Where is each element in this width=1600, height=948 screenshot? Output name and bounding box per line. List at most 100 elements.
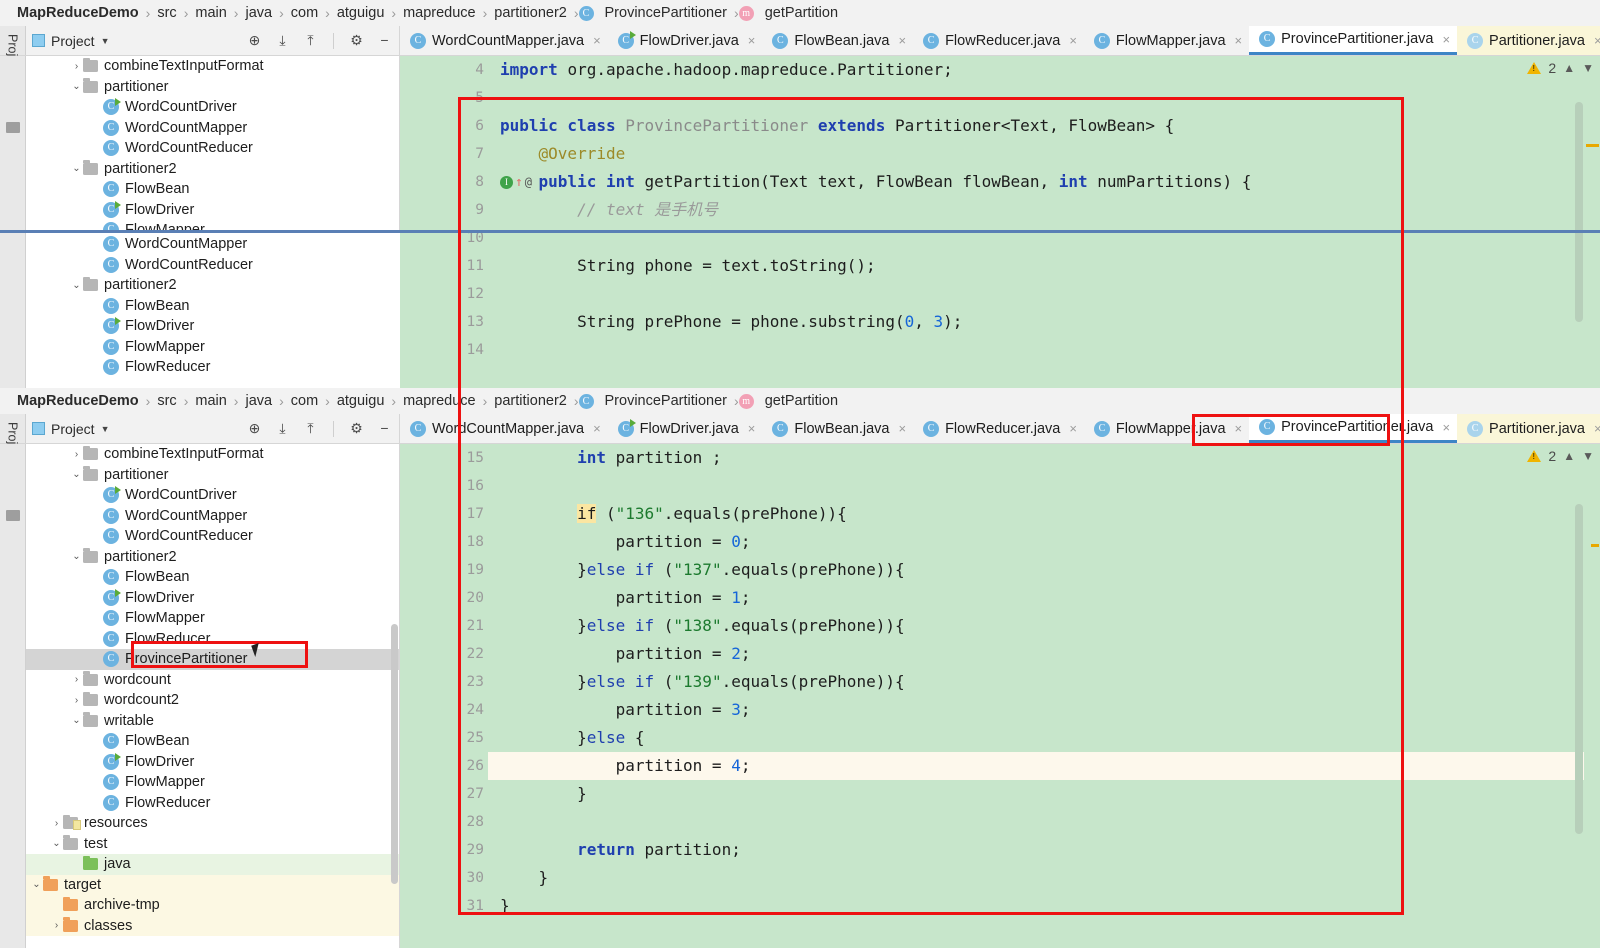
breadcrumb-item[interactable]: atguigu (330, 393, 392, 409)
chevron-right-icon[interactable]: › (70, 674, 83, 685)
code-line[interactable]: String prePhone = phone.substring(0, 3); (488, 308, 1584, 336)
tree-item[interactable]: C WordCountReducer (26, 138, 399, 159)
tree-item[interactable]: C FlowDriver (26, 200, 399, 221)
tree-item[interactable]: C FlowReducer (26, 357, 400, 378)
breadcrumb-item[interactable]: m getPartition (738, 393, 845, 409)
code-content[interactable]: int partition ; if ("136".equals(prePhon… (488, 444, 1584, 948)
tree-item[interactable]: C WordCountDriver (26, 485, 399, 506)
breadcrumb-item[interactable]: com (284, 393, 325, 409)
code-line[interactable]: }else if ("138".equals(prePhone)){ (488, 612, 1584, 640)
breadcrumb-item[interactable]: partitioner2 (487, 393, 574, 409)
tree-item[interactable]: C FlowBean (26, 731, 399, 752)
warning-marker[interactable] (1586, 144, 1599, 147)
next-problem-icon[interactable]: ▼ (1582, 61, 1594, 75)
code-line[interactable] (488, 808, 1584, 836)
tree-item[interactable]: C ProvincePartitioner (26, 649, 399, 670)
locate-file-icon[interactable]: ⊕ (246, 420, 263, 437)
code-line[interactable]: public int getPartition(Text text, FlowB… (488, 168, 1584, 196)
close-icon[interactable]: × (1594, 421, 1600, 436)
close-icon[interactable]: × (593, 33, 601, 48)
breadcrumb-item[interactable]: main (188, 393, 233, 409)
editor-scrollbar[interactable] (1575, 504, 1583, 834)
tree-item[interactable]: › resources (26, 813, 399, 834)
code-editor-bottom[interactable]: 15 16 17 18 19 20 21 22 23 24 25 26 27 28 29 30 31 int p… (400, 444, 1600, 948)
tree-item[interactable]: C WordCountMapper (26, 506, 399, 527)
tree-item[interactable]: ⌄ partitioner2 (26, 547, 399, 568)
close-icon[interactable]: × (748, 33, 756, 48)
tree-item[interactable]: › wordcount (26, 670, 399, 691)
editor-tab[interactable]: C FlowBean.java × (762, 26, 913, 55)
breadcrumb-item[interactable]: atguigu (330, 5, 392, 21)
editor-tab[interactable]: C FlowBean.java × (762, 414, 913, 443)
breadcrumb-item[interactable]: MapReduceDemo (10, 393, 146, 409)
chevron-down-icon[interactable]: ▼ (101, 36, 110, 46)
breadcrumb-item[interactable]: partitioner2 (487, 5, 574, 21)
breadcrumb-item[interactable]: src (150, 5, 183, 21)
breadcrumb-item[interactable]: com (284, 5, 325, 21)
breadcrumb-item[interactable]: src (150, 393, 183, 409)
code-line[interactable]: partition = 4; (488, 752, 1584, 780)
tree-item[interactable]: C WordCountReducer (26, 255, 400, 276)
editor-tab[interactable]: C WordCountMapper.java × (400, 26, 608, 55)
editor-tab[interactable]: C FlowMapper.java × (1084, 414, 1249, 443)
tree-item[interactable]: C FlowBean (26, 567, 399, 588)
chevron-down-icon[interactable]: ▼ (101, 424, 110, 434)
chevron-down-icon[interactable]: ⌄ (70, 715, 83, 726)
tree-item[interactable]: ⌄ partitioner (26, 465, 399, 486)
collapse-all-icon[interactable]: ⤓ (274, 420, 291, 437)
tree-item[interactable]: C WordCountMapper (26, 234, 400, 255)
code-line[interactable]: }else { (488, 724, 1584, 752)
chevron-right-icon[interactable]: › (70, 61, 83, 72)
project-tool-window-tab[interactable]: Project (0, 414, 26, 461)
tree-item[interactable]: C FlowMapper (26, 772, 399, 793)
tree-item[interactable]: C FlowBean (26, 296, 400, 317)
code-line[interactable] (488, 472, 1584, 500)
inspection-widget-bottom[interactable]: 2 ▲ ▼ (1527, 448, 1594, 464)
code-line[interactable]: // text 是手机号 (488, 196, 1584, 224)
tree-item[interactable]: C FlowDriver (26, 588, 399, 609)
collapse-all-icon[interactable]: ⤓ (274, 32, 291, 49)
code-editor-top[interactable]: 4 5 6 7 8 I ↑ @ 9 10 11 12 13 14 import org.apache.ha… (400, 56, 1600, 388)
next-problem-icon[interactable]: ▼ (1582, 449, 1594, 463)
close-icon[interactable]: × (898, 421, 906, 436)
editor-tab[interactable]: C WordCountMapper.java × (400, 414, 608, 443)
code-line[interactable]: String phone = text.toString(); (488, 252, 1584, 280)
code-line[interactable]: int partition ; (488, 444, 1584, 472)
close-icon[interactable]: × (593, 421, 601, 436)
breadcrumb-item[interactable]: java (238, 5, 279, 21)
hide-panel-icon[interactable]: − (376, 420, 393, 437)
tree-item[interactable]: › classes (26, 915, 399, 936)
code-line[interactable]: @Override (488, 140, 1584, 168)
close-icon[interactable]: × (1442, 420, 1450, 435)
code-line[interactable]: partition = 2; (488, 640, 1584, 668)
chevron-right-icon[interactable]: › (70, 695, 83, 706)
close-icon[interactable]: × (748, 421, 756, 436)
locate-file-icon[interactable]: ⊕ (246, 32, 263, 49)
close-icon[interactable]: × (1069, 421, 1077, 436)
tree-item[interactable]: C FlowMapper (26, 608, 399, 629)
tree-item[interactable]: ⌄ partitioner (26, 77, 399, 98)
code-line[interactable]: } (488, 864, 1584, 892)
editor-tab[interactable]: C FlowReducer.java × (913, 414, 1084, 443)
code-line[interactable]: }else if ("137".equals(prePhone)){ (488, 556, 1584, 584)
warning-marker-bar[interactable] (1584, 56, 1600, 388)
code-line[interactable] (488, 280, 1584, 308)
breadcrumb-item[interactable]: mapreduce (396, 393, 483, 409)
project-tool-window-tab[interactable]: Project (0, 26, 26, 73)
tree-scrollbar[interactable] (391, 624, 398, 884)
code-line[interactable]: return partition; (488, 836, 1584, 864)
chevron-right-icon[interactable]: › (50, 920, 63, 931)
chevron-right-icon[interactable]: › (50, 818, 63, 829)
tree-item[interactable]: › combineTextInputFormat (26, 444, 399, 465)
editor-tab[interactable]: C ProvincePartitioner.java × (1249, 26, 1458, 55)
close-icon[interactable]: × (1235, 421, 1243, 436)
tree-item[interactable]: C FlowBean (26, 179, 399, 200)
close-icon[interactable]: × (1594, 33, 1600, 48)
tree-item[interactable]: java (26, 854, 399, 875)
settings-gear-icon[interactable]: ⚙ (348, 32, 365, 49)
editor-tab[interactable]: C Partitioner.java × (1457, 26, 1600, 55)
tree-item[interactable]: ⌄ partitioner2 (26, 159, 399, 180)
chevron-down-icon[interactable]: ⌄ (70, 81, 83, 92)
tree-item[interactable]: C FlowDriver (26, 752, 399, 773)
hide-panel-icon[interactable]: − (376, 32, 393, 49)
